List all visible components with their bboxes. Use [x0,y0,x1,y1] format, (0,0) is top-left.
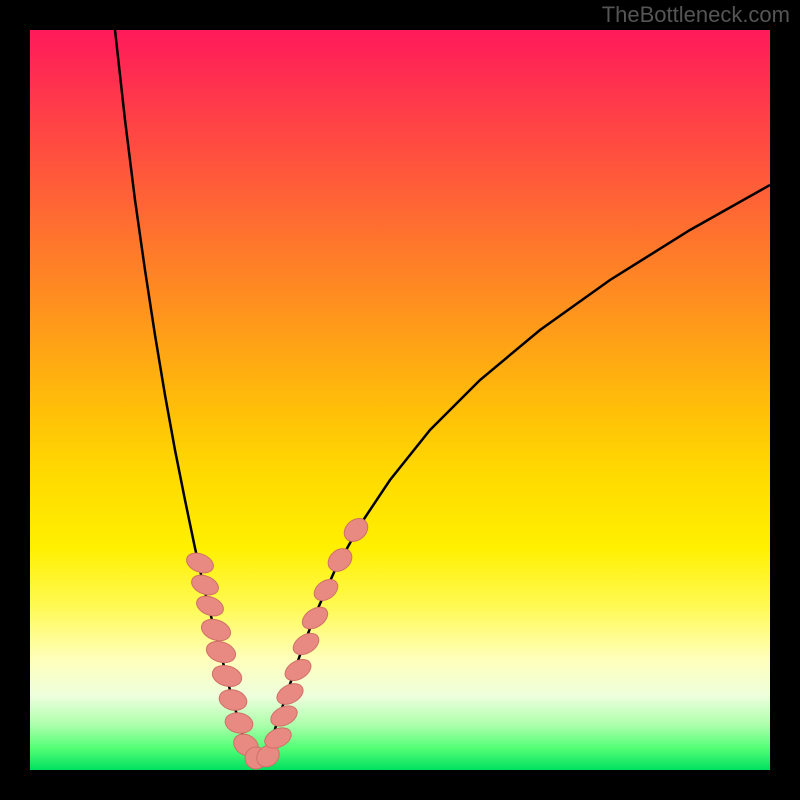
bead [223,710,255,735]
bead [198,615,233,644]
bead [298,603,331,634]
bead [324,544,357,576]
bead [204,638,239,666]
bead [289,629,322,659]
bead [281,655,314,685]
bead [184,549,217,576]
bead [340,514,373,546]
bead [310,575,342,605]
bead [194,592,227,619]
plot-area [30,30,770,770]
bead [210,662,244,689]
bead [273,679,306,708]
watermark-text: TheBottleneck.com [602,2,790,28]
bead [267,702,300,730]
bead-layer [30,30,770,770]
bead [189,571,222,598]
bead [217,687,249,713]
beads-right-group [262,514,373,752]
